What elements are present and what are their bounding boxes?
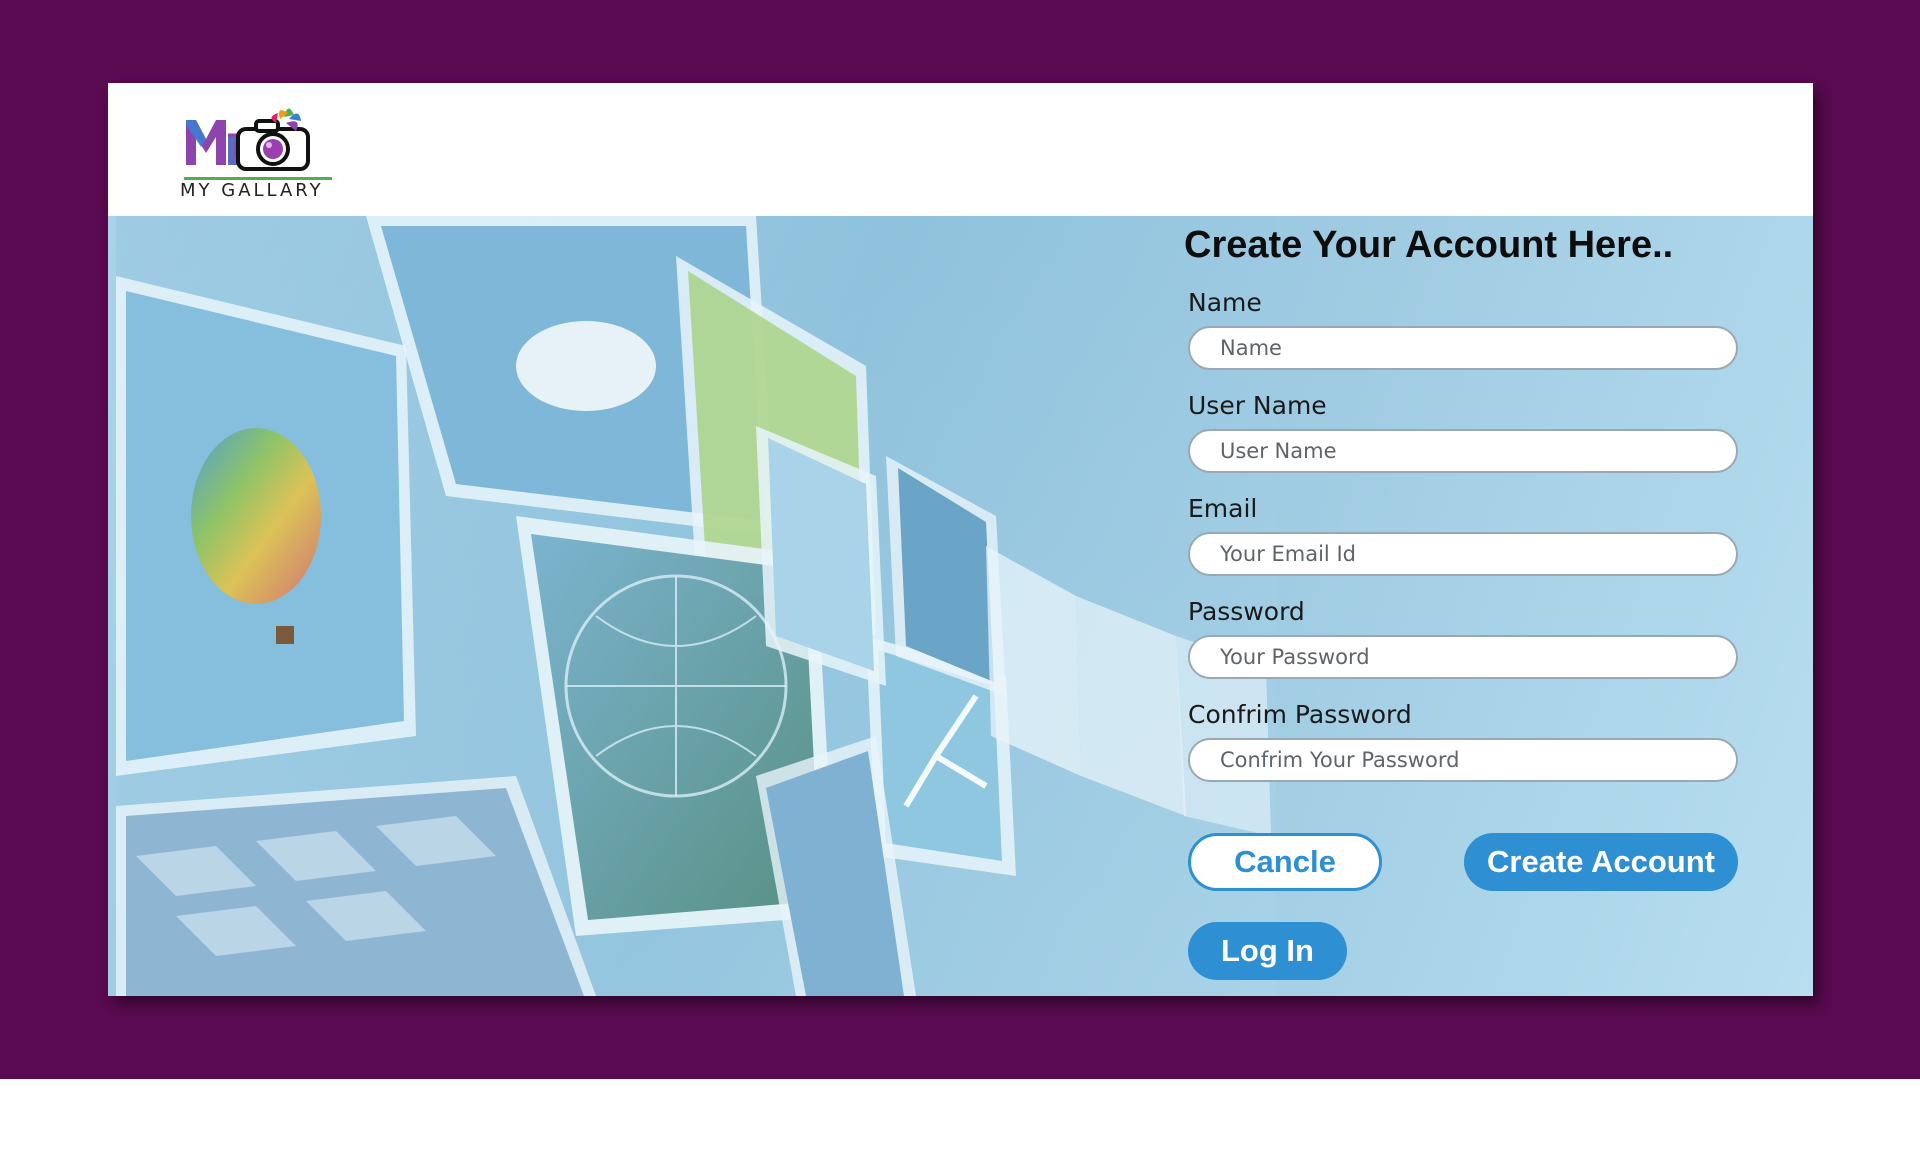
name-field[interactable] [1188, 326, 1738, 370]
create-account-button[interactable]: Create Account [1464, 833, 1738, 891]
confirm-password-label: Confrim Password [1188, 700, 1412, 729]
password-field[interactable] [1188, 635, 1738, 679]
name-label: Name [1188, 288, 1262, 317]
signup-card: MY GALLARY Create Your Account Here.. Na… [108, 83, 1813, 996]
password-label: Password [1188, 597, 1305, 626]
username-field[interactable] [1188, 429, 1738, 473]
photo-gallery-hero-image [116, 216, 1276, 996]
cancel-button[interactable]: Cancle [1188, 833, 1382, 891]
login-button[interactable]: Log In [1188, 922, 1347, 980]
confirm-password-field[interactable] [1188, 738, 1738, 782]
form-title: Create Your Account Here.. [1184, 224, 1674, 266]
email-field[interactable] [1188, 532, 1738, 576]
email-label: Email [1188, 494, 1258, 523]
brand-name: MY GALLARY [180, 180, 324, 201]
header: MY GALLARY [108, 83, 1813, 216]
username-label: User Name [1188, 391, 1327, 420]
hero-section: Create Your Account Here.. Name User Nam… [108, 216, 1813, 996]
